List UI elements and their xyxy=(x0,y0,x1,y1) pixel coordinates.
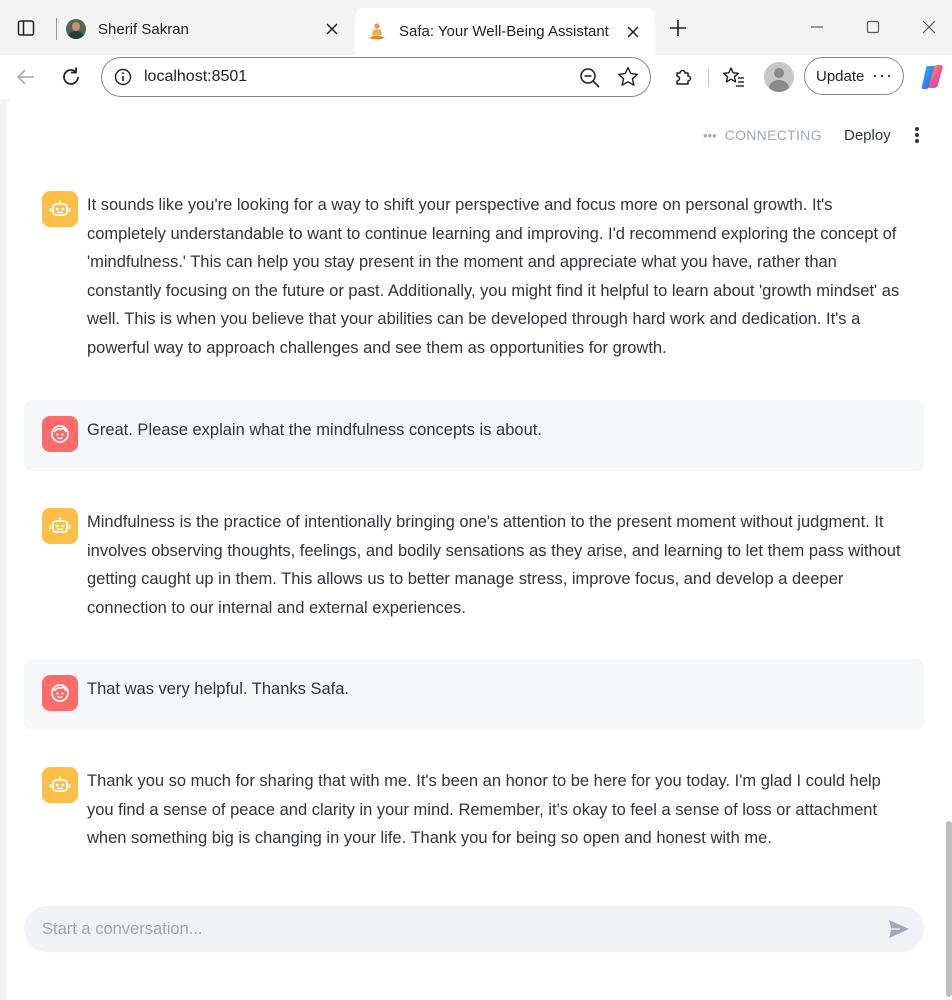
tab-actions-icon[interactable] xyxy=(12,14,40,42)
favorites-icon[interactable] xyxy=(721,64,747,90)
toolbar-separator xyxy=(708,69,709,87)
chat-message-assistant: Thank you so much for sharing that with … xyxy=(24,751,924,869)
user-avatar-icon xyxy=(42,675,78,711)
more-options-icon[interactable]: ··· xyxy=(872,65,893,86)
tab-strip: Sherif Sakran Safa: Your Well-Being Assi… xyxy=(0,0,952,55)
reload-icon[interactable] xyxy=(55,61,87,93)
close-tab-icon[interactable] xyxy=(320,17,344,41)
page-scrollbar[interactable] xyxy=(946,821,952,997)
tab-title: Safa: Your Well-Being Assistant xyxy=(399,23,609,40)
profile-avatar-icon[interactable] xyxy=(764,62,794,92)
copilot-icon[interactable] xyxy=(918,63,946,91)
close-window-icon[interactable] xyxy=(914,12,944,42)
close-tab-icon[interactable] xyxy=(621,20,645,44)
favorite-star-icon[interactable] xyxy=(616,65,640,89)
browser-toolbar: localhost:8501 Update ··· xyxy=(0,55,952,99)
message-text: Thank you so much for sharing that with … xyxy=(87,772,881,848)
tab-sherif-sakran[interactable]: Sherif Sakran xyxy=(60,8,354,50)
message-text: That was very helpful. Thanks Safa. xyxy=(87,680,349,698)
main-menu-icon[interactable] xyxy=(910,124,924,146)
app-page: ••• CONNECTING Deploy It sounds like you… xyxy=(6,99,952,1000)
site-info-icon[interactable] xyxy=(112,66,134,88)
chat-input[interactable] xyxy=(42,906,862,952)
message-text: Great. Please explain what the mindfulne… xyxy=(87,421,542,439)
message-text: Mindfulness is the practice of intention… xyxy=(87,513,901,617)
tab-separator xyxy=(56,18,57,40)
message-text: It sounds like you're looking for a way … xyxy=(87,196,900,357)
update-button[interactable]: Update ··· xyxy=(804,57,904,95)
address-bar[interactable]: localhost:8501 xyxy=(101,57,651,97)
meditation-favicon-icon xyxy=(367,22,387,42)
app-header: ••• CONNECTING Deploy xyxy=(6,99,952,159)
extensions-icon[interactable] xyxy=(670,64,696,90)
bot-avatar-icon xyxy=(42,191,78,227)
new-tab-icon[interactable] xyxy=(664,14,692,42)
chat-message-user: That was very helpful. Thanks Safa. xyxy=(24,659,924,730)
tab-safa-assistant[interactable]: Safa: Your Well-Being Assistant xyxy=(355,8,655,55)
tab-title: Sherif Sakran xyxy=(98,20,189,38)
chat-message-assistant: It sounds like you're looking for a way … xyxy=(24,175,924,379)
chat-message-assistant: Mindfulness is the practice of intention… xyxy=(24,492,924,638)
user-avatar-icon xyxy=(42,416,78,452)
connecting-dots-icon: ••• xyxy=(703,127,717,143)
bot-avatar-icon xyxy=(42,508,78,544)
connection-status: ••• CONNECTING xyxy=(703,127,822,143)
profile-favicon-icon xyxy=(66,19,86,39)
deploy-button[interactable]: Deploy xyxy=(844,127,891,144)
minimize-icon[interactable] xyxy=(802,12,832,42)
chat-message-user: Great. Please explain what the mindfulne… xyxy=(24,400,924,471)
bot-avatar-icon xyxy=(42,767,78,803)
send-icon[interactable] xyxy=(886,917,912,941)
chat-input-container xyxy=(24,906,924,952)
url-text[interactable]: localhost:8501 xyxy=(144,68,247,86)
zoom-out-icon[interactable] xyxy=(578,66,602,90)
status-text: CONNECTING xyxy=(724,127,822,143)
back-arrow-icon[interactable] xyxy=(10,61,42,93)
maximize-icon[interactable] xyxy=(858,12,888,42)
update-label: Update xyxy=(816,67,865,85)
